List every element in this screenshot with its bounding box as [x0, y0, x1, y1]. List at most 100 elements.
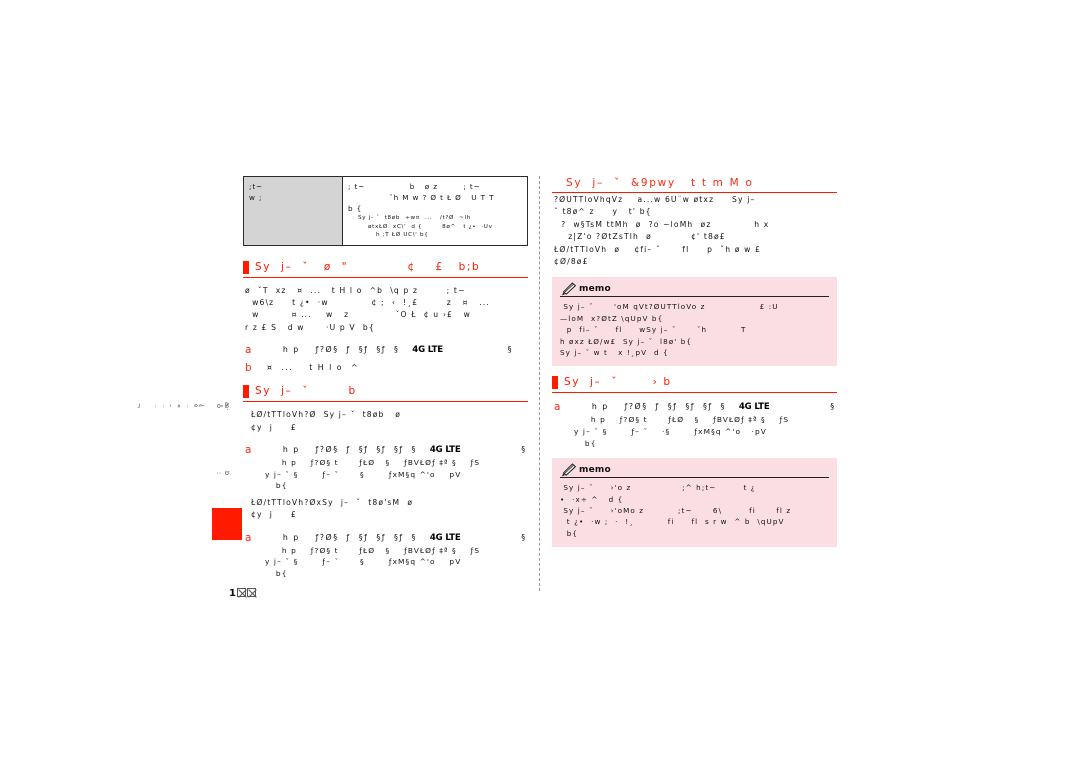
lte-badge: 4G LTE — [429, 444, 461, 455]
section-bullet-icon — [243, 385, 249, 399]
memo-label: memo — [579, 465, 611, 476]
step-text-post: § — [461, 444, 527, 454]
memo-line: • ·x÷ ^ d { — [560, 494, 624, 504]
table-body-note-3: h ;T ŁØ UC\' b{ — [376, 232, 429, 238]
step-item-a: a h p ƒ?Ø§ ƒ §ƒ §ƒ §ƒ § 4G LTE § h p ƒ?Ø… — [243, 443, 528, 492]
table-body-cell: ; t~ b ø z ; t~ ˇh M w ? Ø t Ł Ø U T T b… — [342, 176, 528, 246]
paragraph-line: z|Z'o ?ØtZsTlh ø ¢' t8ø£ — [554, 232, 726, 242]
missing-glyph-box — [237, 588, 247, 597]
memo-line: p fi– ˇ fl wSy j– ˇ ˇh T — [560, 325, 747, 335]
memo-header: memo — [560, 281, 829, 298]
table-body-line-3: b { — [348, 204, 363, 213]
memo-header: memo — [560, 462, 829, 479]
table-body-line-1: ; t~ b ø z ; t~ — [348, 182, 481, 191]
step-sub-line: b{ — [269, 568, 288, 578]
section-header-right-2: Sy j– ˇ › b — [552, 375, 837, 394]
step-text-pre: h p ƒ?Ø§ ƒ §ƒ §ƒ §ƒ § — [263, 532, 429, 542]
step-text-pre: h p ƒ?Ø§ ƒ §ƒ §ƒ §ƒ § — [572, 402, 738, 412]
lte-badge: 4G LTE — [738, 402, 770, 413]
memo-line: Sy j– ˇ w t x !¸pV d { — [560, 348, 669, 358]
step-number: a — [245, 531, 252, 544]
memo-line: Sy j– ˇ 'oM qVt?ØUTTloVo z £ :U — [560, 302, 779, 312]
step-main-text: h p ƒ?Ø§ ƒ §ƒ §ƒ § 4G LTE § — [263, 343, 528, 357]
section-bullet-icon — [552, 376, 558, 390]
paragraph-line: ?ØUTTloVhqVz a...w 6U¨w øtxz Sy j– — [554, 195, 756, 204]
step-item-a: a h p ƒ?Ø§ ƒ §ƒ §ƒ § 4G LTE § — [243, 343, 528, 357]
step-sub-line: b{ — [578, 438, 597, 448]
column-divider — [539, 176, 540, 591]
paragraph-line: ? w§TsM ttMh ø ?o ~loMh øz h x — [554, 219, 770, 229]
lte-badge: 4G LTE — [412, 345, 443, 356]
spec-table: ;t~ w ; ; t~ b ø z ; t~ ˇh M w ? Ø t Ł Ø… — [243, 176, 528, 246]
table-row: ;t~ w ; ; t~ b ø z ; t~ ˇh M w ? Ø t Ł Ø… — [243, 176, 528, 246]
section-header-left-2-text: Sy j– ˇ b — [255, 385, 357, 398]
step-text-pre: h p ƒ?Ø§ ƒ §ƒ §ƒ §ƒ § — [263, 444, 429, 454]
side-tab-vertical-label-2: b : — [215, 471, 231, 476]
pencil-icon — [561, 462, 577, 477]
paragraph-line: ¢Ø/8ø£ — [554, 257, 589, 267]
paragraph-line: w6\z t ¿• ·w ¢ ; ‹ !¸£ z ¤ ... — [245, 297, 490, 307]
step-main-text: h p ƒ?Ø§ ƒ §ƒ §ƒ §ƒ § 4G LTE § — [263, 531, 528, 545]
missing-glyph-box — [247, 588, 257, 597]
step-number: a — [554, 401, 561, 414]
side-tab-strip: æ· ȭ ¿ º · « – · · ¬ b : — [135, 374, 242, 549]
paragraph-line: ¢y j £ — [251, 510, 297, 520]
step-sub-line: h p ƒ?Ø§ t ƒŁØ § ƒBVŁØƒ ‡ª § ƒS — [275, 545, 481, 555]
step-text-post: § — [770, 402, 836, 412]
section-header-right-1-text: Sy j– ˇ &9pwy t t m M o — [566, 177, 754, 189]
table-body-note-1: Sy j- ˇ t8øb ÷w¤ ... /t?Ø ~lh — [358, 215, 471, 221]
step-item-a: a h p ƒ?Ø§ ƒ §ƒ §ƒ §ƒ § 4G LTE § h p ƒ?Ø… — [243, 531, 528, 580]
step-sub-line: h p ƒ?Ø§ t ƒŁØ § ƒBVŁØƒ ‡ª § ƒS — [584, 415, 790, 425]
manual-page: ;t~ w ; ; t~ b ø z ; t~ ˇh M w ? Ø t Ł Ø… — [0, 0, 1080, 763]
memo-box-2: memo Sy j– ˇ ›'o z ;^ h;t~ t ¿ • ·x÷ ^ d… — [552, 458, 837, 548]
paragraph-line: ¢y j £ — [251, 422, 297, 432]
step-main-text: h p ƒ?Ø§ ƒ §ƒ §ƒ §ƒ § 4G LTE § — [572, 400, 837, 414]
step-text-post: § — [443, 345, 513, 355]
right-column: Sy j– ˇ &9pwy t t m M o ?ØUTTloVhqVz a..… — [552, 176, 837, 548]
step-sub-line: b{ — [269, 481, 288, 491]
memo-line: Sy j– ˇ ›'oMo z ;t~ 6\ fi fl z — [560, 506, 792, 516]
table-body-line-2: ˇh M w ? Ø t Ł Ø U T T — [370, 193, 495, 202]
step-sub-line: y j– ˇ § ƒ– ˇ ·§ ƒxM§q ^'o ·pV — [574, 427, 767, 437]
step-text-pre: h p ƒ?Ø§ ƒ §ƒ §ƒ § — [263, 345, 412, 355]
step-item-b: b ¤ ... t H l o ^ — [243, 361, 528, 375]
step-main-text: ¤ ... t H l o ^ — [263, 363, 360, 373]
step-item-a: a h p ƒ?Ø§ ƒ §ƒ §ƒ §ƒ § 4G LTE § h p ƒ?Ø… — [552, 400, 837, 449]
side-tab-vertical-label-1: æ· ȭ ¿ º · « – · · ¬ — [135, 401, 231, 411]
paragraph-line: ŁØ/tTTloVh?Ø Sy j– ˇ t8øb ø — [251, 410, 402, 420]
step-number: a — [245, 443, 252, 456]
section-bullet-icon — [243, 260, 249, 274]
memo-line: b{ — [560, 528, 579, 538]
table-header-line-2: w ; — [249, 193, 263, 202]
memo-line: h øxz ŁØ/w£ Sy j– ˇ l8ø' b{ — [560, 336, 693, 346]
memo-label: memo — [579, 284, 611, 295]
paragraph-line: w ¤ ... w z ˇO Ł ¢ u ›£ w — [245, 310, 472, 320]
paragraph-line: ŁØ/tTTloVh ø ¢fi– ˇ fl p ˇh ø w £ — [554, 244, 762, 254]
memo-line: —loM x?ØtZ \qUpV b{ — [560, 313, 664, 323]
pencil-icon — [561, 281, 577, 296]
memo-line: Sy j– ˇ ›'o z ;^ h;t~ t ¿ — [560, 483, 756, 493]
table-body-note-2: øtxŁØ xC\' d { 8ø^ t ¿• ·Uv — [368, 223, 493, 230]
paragraph-line: r z £ S d w ·U p V b{ — [245, 322, 375, 332]
memo-box-1: memo Sy j– ˇ 'oM qVt?ØUTTloVo z £ :U —lo… — [552, 277, 837, 367]
step-sub-line: y j– ˇ § ƒ– ˇ § ƒxM§q ^'o pV — [265, 557, 462, 567]
section-header-left-1-text: Sy j– ˇ ø " ¢ £ b;b — [255, 260, 481, 273]
step-number: a — [245, 344, 252, 357]
section-header-left-1: Sy j– ˇ ø " ¢ £ b;b — [243, 260, 528, 278]
page-number: 1 — [213, 577, 257, 610]
section-header-right-2-text: Sy j– ˇ › b — [564, 376, 672, 389]
section-header-right-1: Sy j– ˇ &9pwy t t m M o — [552, 176, 837, 193]
page-number-prefix: 1 — [228, 588, 237, 599]
table-header-cell: ;t~ w ; — [243, 176, 343, 246]
table-header-line-1: ;t~ — [249, 182, 263, 191]
side-tab-marker — [212, 508, 242, 540]
section-header-left-2: Sy j– ˇ b — [243, 384, 528, 403]
paragraph-line: ŁØ/tTTloVh?ØxSy j– ˇ t8ø'sM ø — [251, 497, 414, 507]
paragraph-line: ˇ t8ø^ z y t' b{ — [554, 207, 652, 217]
step-number: b — [245, 362, 252, 375]
step-main-text: h p ƒ?Ø§ ƒ §ƒ §ƒ §ƒ § 4G LTE § — [263, 443, 528, 457]
paragraph-line: ø ˇT xz ¤ ... t H l o ^b \q p z ; t~ — [245, 285, 466, 295]
